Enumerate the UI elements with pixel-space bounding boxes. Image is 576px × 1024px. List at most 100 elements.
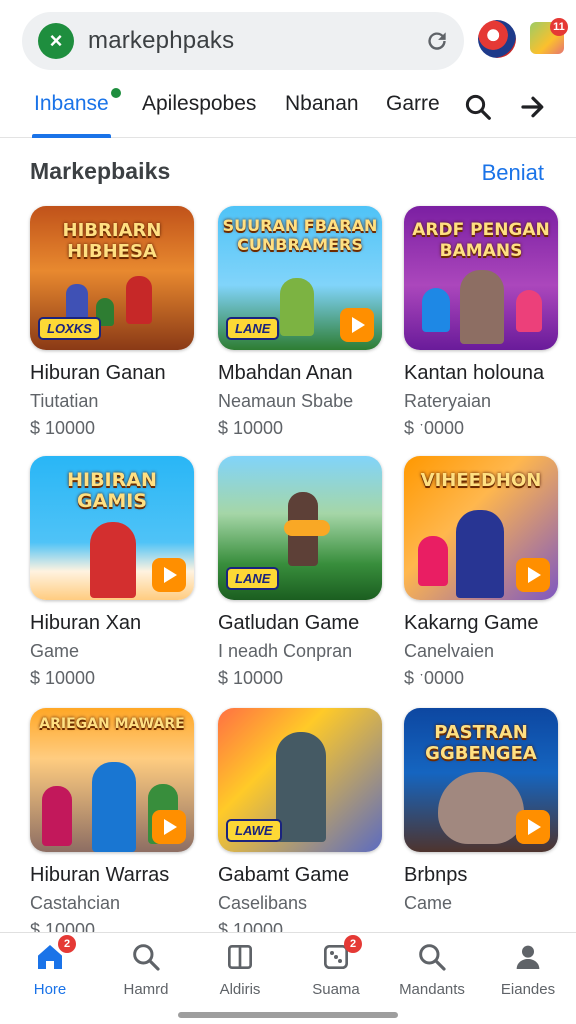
app-price: $ 10000 bbox=[218, 668, 284, 688]
notification-icon[interactable]: 11 bbox=[530, 18, 568, 54]
app-thumbnail[interactable]: ARDF PENGAN BAMANS bbox=[404, 206, 558, 350]
play-icon[interactable] bbox=[516, 810, 550, 844]
character-art bbox=[418, 536, 448, 586]
play-icon[interactable] bbox=[516, 558, 550, 592]
app-card[interactable]: ARIEGAN MAWARE Hiburan Warras Castahcian… bbox=[30, 708, 198, 941]
thumbnail-tag: LANE bbox=[226, 567, 280, 590]
thumbnail-art-title: HIBRIARN HIBHESA bbox=[62, 220, 162, 262]
search-icon[interactable] bbox=[463, 92, 493, 122]
thumbnail-tag: LANE bbox=[226, 317, 280, 340]
nav-label: Eiandes bbox=[500, 981, 556, 998]
app-subtitle: Canelvaien bbox=[404, 641, 495, 661]
app-subtitle: Caselibans bbox=[218, 893, 308, 913]
see-more-link[interactable]: Beniat bbox=[482, 160, 544, 186]
close-icon[interactable]: × bbox=[38, 23, 74, 59]
arrow-right-icon[interactable] bbox=[518, 92, 548, 122]
app-price: $ 10000 bbox=[30, 418, 96, 438]
nav-badge: 2 bbox=[344, 935, 362, 953]
bottom-navigation: 2 Hore Hamrd Aldiris 2 Suama Mandants Ei… bbox=[0, 932, 576, 1024]
app-card[interactable]: HIBIRAN GAMIS Hiburan Xan Game $ 10000 bbox=[30, 456, 198, 689]
app-title: Hiburan Ganan bbox=[30, 362, 166, 384]
app-price: $ ˑ0000 bbox=[404, 418, 465, 438]
app-subtitle: Castahcian bbox=[30, 893, 121, 913]
search-query[interactable]: markephpaks bbox=[88, 27, 234, 55]
app-title: Kakarng Game bbox=[404, 612, 539, 634]
top-bar: × markephpaks 11 bbox=[0, 0, 576, 82]
app-card[interactable]: LANE Gatludan Game I neadh Conpran $ 100… bbox=[218, 456, 386, 689]
app-thumbnail[interactable]: SUURAN FBARAN CUNBRAMERS LANE bbox=[218, 206, 382, 350]
app-thumbnail[interactable]: LANE bbox=[218, 456, 382, 600]
thumbnail-tag: LAWE bbox=[226, 819, 282, 842]
search-icon bbox=[130, 941, 162, 973]
active-tab-indicator bbox=[32, 134, 111, 138]
app-title: Mbahdan Anan bbox=[218, 362, 353, 384]
tab-nbanan[interactable]: Nbanan bbox=[285, 92, 359, 138]
nav-label: Aldiris bbox=[219, 981, 261, 998]
person-icon bbox=[512, 941, 544, 973]
character-art bbox=[126, 276, 152, 324]
tab-apilespobes[interactable]: Apilespobes bbox=[142, 92, 256, 138]
tab-garre[interactable]: Garre bbox=[386, 92, 440, 138]
play-icon[interactable] bbox=[152, 810, 186, 844]
app-card[interactable]: ARDF PENGAN BAMANS Kantan holouna Ratery… bbox=[404, 206, 572, 439]
app-title: Brbnps bbox=[404, 864, 468, 886]
app-subtitle: Rateryaian bbox=[404, 391, 492, 411]
thumbnail-art-title: PASTRAN GGBENGEA bbox=[425, 722, 537, 764]
app-thumbnail[interactable]: VIHEEDHON bbox=[404, 456, 558, 600]
app-card[interactable]: SUURAN FBARAN CUNBRAMERS LANE Mbahdan An… bbox=[218, 206, 386, 439]
nav-suama[interactable]: 2 Suama bbox=[288, 935, 384, 998]
nav-aldiris[interactable]: Aldiris bbox=[192, 941, 288, 998]
app-card[interactable]: HIBRIARN HIBHESA LOXKS Hiburan Ganan Tiu… bbox=[30, 206, 198, 439]
character-art bbox=[456, 510, 504, 598]
nav-badge: 2 bbox=[58, 935, 76, 953]
nav-home[interactable]: 2 Hore bbox=[2, 935, 98, 998]
tab-label: Nbanan bbox=[285, 92, 359, 115]
notification-badge: 11 bbox=[550, 18, 568, 36]
thumbnail-art-title: HIBIRAN GAMIS bbox=[67, 469, 157, 512]
nav-mandants[interactable]: Mandants bbox=[384, 941, 480, 998]
app-thumbnail[interactable]: HIBIRAN GAMIS bbox=[30, 456, 194, 600]
thumbnail-art-title: ARIEGAN MAWARE bbox=[39, 716, 185, 732]
character-art bbox=[92, 762, 136, 852]
character-art bbox=[460, 270, 504, 344]
app-card[interactable]: PASTRAN GGBENGEA Brbnps Came bbox=[404, 708, 572, 920]
home-icon: 2 bbox=[34, 935, 76, 973]
creature-art bbox=[438, 772, 524, 844]
app-thumbnail[interactable]: LAWE bbox=[218, 708, 382, 852]
app-subtitle: Neamaun Sbabe bbox=[218, 391, 354, 411]
tab-label: Garre bbox=[386, 92, 440, 115]
app-thumbnail[interactable]: ARIEGAN MAWARE bbox=[30, 708, 194, 852]
nav-label: Mandants bbox=[399, 981, 465, 998]
app-price: $ 10000 bbox=[218, 418, 284, 438]
home-indicator[interactable] bbox=[178, 1012, 398, 1018]
character-art bbox=[516, 290, 542, 332]
tab-label: Inbanse bbox=[34, 92, 109, 115]
app-thumbnail[interactable]: HIBRIARN HIBHESA LOXKS bbox=[30, 206, 194, 350]
new-indicator bbox=[110, 88, 121, 98]
reload-icon[interactable] bbox=[424, 28, 450, 54]
thumbnail-art-title: ARDF PENGAN BAMANS bbox=[412, 220, 550, 261]
nav-eiandes[interactable]: Eiandes bbox=[480, 941, 576, 998]
app-title: Gabamt Game bbox=[218, 864, 350, 886]
character-art bbox=[42, 786, 72, 846]
app-subtitle: Game bbox=[30, 641, 80, 661]
thumbnail-art-title: VIHEEDHON bbox=[420, 470, 542, 491]
play-icon[interactable] bbox=[152, 558, 186, 592]
thumbnail-art-title: SUURAN FBARAN CUNBRAMERS bbox=[222, 216, 378, 254]
play-icon[interactable] bbox=[340, 308, 374, 342]
search-bar[interactable]: × markephpaks bbox=[22, 12, 464, 70]
tab-inbanse[interactable]: Inbanse bbox=[32, 88, 121, 138]
app-card[interactable]: VIHEEDHON Kakarng Game Canelvaien $ ˑ000… bbox=[404, 456, 572, 689]
nav-label: Suama bbox=[312, 981, 360, 998]
app-subtitle: Tiutatian bbox=[30, 391, 99, 411]
dice-icon: 2 bbox=[320, 935, 362, 973]
character-art bbox=[276, 732, 326, 842]
app-price: $ ˑ0000 bbox=[404, 668, 465, 688]
app-thumbnail[interactable]: PASTRAN GGBENGEA bbox=[404, 708, 558, 852]
nav-label: Hore bbox=[33, 981, 67, 998]
app-subtitle: Came bbox=[404, 893, 453, 913]
extension-icon[interactable] bbox=[478, 20, 516, 58]
app-title: Hiburan Warras bbox=[30, 864, 170, 886]
app-card[interactable]: LAWE Gabamt Game Caselibans $ 10000 bbox=[218, 708, 386, 941]
nav-hamrd[interactable]: Hamrd bbox=[98, 941, 194, 998]
